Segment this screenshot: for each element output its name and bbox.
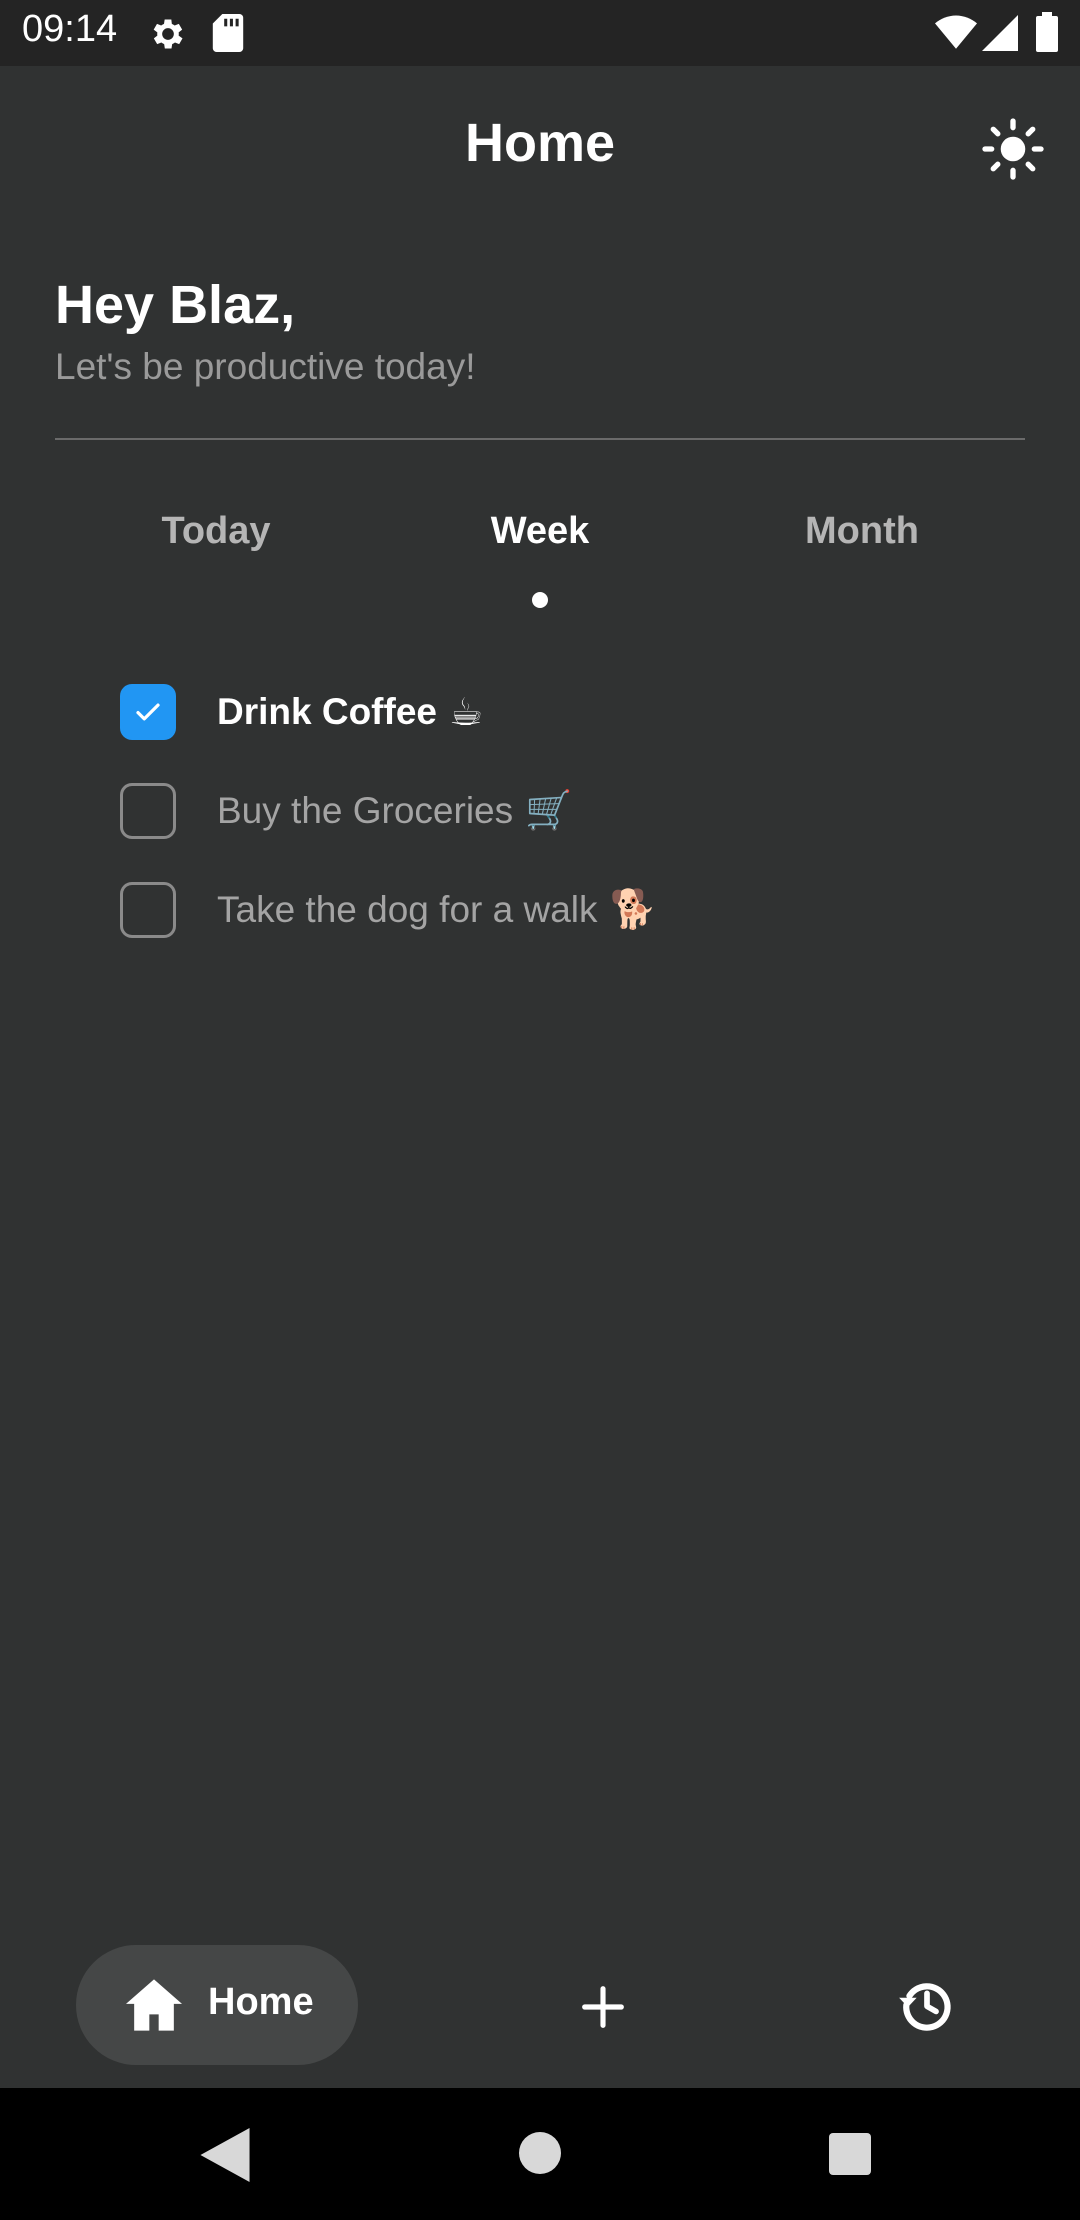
nav-home-button[interactable]: Home bbox=[76, 1945, 358, 2065]
active-tab-indicator bbox=[532, 592, 548, 608]
shopping-cart-icon: 🛒 bbox=[525, 790, 573, 832]
sd-card-icon bbox=[212, 14, 244, 52]
task-label-text: Drink Coffee bbox=[217, 691, 437, 732]
status-bar: 09:14 bbox=[0, 0, 1080, 66]
gear-icon bbox=[153, 19, 183, 49]
task-label: Buy the Groceries 🛒 bbox=[217, 789, 572, 833]
bottom-navigation: Home bbox=[0, 1920, 1080, 2088]
history-icon bbox=[899, 1983, 951, 2031]
recents-icon[interactable] bbox=[829, 2133, 871, 2175]
task-label-text: Take the dog for a walk bbox=[217, 889, 598, 930]
task-label-text: Buy the Groceries bbox=[217, 790, 514, 831]
status-time: 09:14 bbox=[22, 8, 118, 50]
page-title: Home bbox=[464, 113, 616, 173]
coffee-icon: ☕ bbox=[448, 691, 484, 734]
battery-icon bbox=[1036, 12, 1058, 52]
task-item-buy-groceries[interactable]: Buy the Groceries 🛒 bbox=[120, 771, 1020, 851]
nav-home-label: Home bbox=[208, 1981, 314, 2023]
plus-icon bbox=[582, 1986, 624, 2028]
app-bar: Home bbox=[0, 66, 1080, 222]
dog-icon: 🐕 bbox=[609, 889, 657, 931]
task-checkbox[interactable] bbox=[120, 882, 176, 938]
theme-toggle-button[interactable] bbox=[978, 114, 1048, 184]
task-label: Drink Coffee ☕ bbox=[217, 690, 483, 735]
history-button[interactable] bbox=[892, 1970, 962, 2040]
task-label: Take the dog for a walk 🐕 bbox=[217, 888, 657, 932]
home-icon bbox=[126, 1979, 182, 2031]
divider bbox=[55, 438, 1025, 440]
check-icon bbox=[136, 703, 160, 721]
task-item-drink-coffee[interactable]: Drink Coffee ☕ bbox=[120, 672, 1020, 752]
task-checkbox[interactable] bbox=[120, 684, 176, 740]
tab-today[interactable]: Today bbox=[86, 510, 346, 610]
system-home-icon[interactable] bbox=[519, 2132, 561, 2174]
add-task-button[interactable] bbox=[568, 1972, 638, 2042]
greeting-subtitle: Let's be productive today! bbox=[55, 346, 476, 387]
wifi-icon bbox=[935, 15, 977, 49]
task-item-walk-dog[interactable]: Take the dog for a walk 🐕 bbox=[120, 870, 1020, 950]
system-navigation-bar bbox=[0, 2088, 1080, 2220]
signal-icon bbox=[982, 15, 1018, 51]
greeting-title: Hey Blaz, bbox=[55, 275, 296, 335]
sun-icon bbox=[982, 118, 1044, 180]
back-icon[interactable] bbox=[200, 2128, 250, 2182]
task-checkbox[interactable] bbox=[120, 783, 176, 839]
tab-month[interactable]: Month bbox=[732, 510, 992, 610]
